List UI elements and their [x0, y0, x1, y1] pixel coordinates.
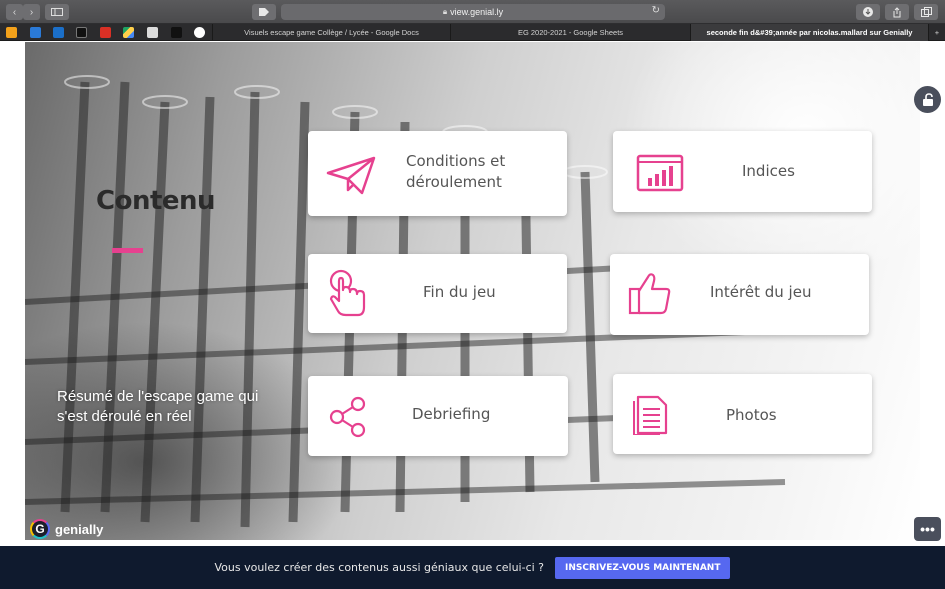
- reload-icon[interactable]: ↻: [652, 5, 660, 16]
- downloads-button[interactable]: [856, 4, 880, 20]
- thumbs-up-icon: [628, 270, 672, 316]
- card-label: Indices: [742, 162, 795, 180]
- card-label: Debriefing: [412, 405, 491, 423]
- browser-toolbar: ‹ › 🔒︎ view.genial.ly ↻: [0, 0, 945, 24]
- download-icon: [863, 7, 873, 17]
- new-tab-button[interactable]: +: [928, 24, 945, 41]
- genially-slide: Contenu Résumé de l'escape game qui s'es…: [25, 42, 920, 540]
- bookmark-8-icon[interactable]: [171, 27, 182, 38]
- paper-plane-icon: [325, 153, 377, 197]
- tap-hand-icon: [328, 269, 368, 317]
- sidebar-icon: [51, 8, 63, 16]
- unlock-icon: [922, 92, 933, 106]
- card-debriefing[interactable]: Debriefing: [308, 376, 568, 456]
- tabs-overview-button[interactable]: [914, 4, 938, 20]
- bookmark-4-icon[interactable]: [76, 27, 87, 38]
- more-options-button[interactable]: •••: [914, 517, 941, 541]
- title-accent-bar: [112, 248, 143, 253]
- tag-icon: [259, 8, 269, 16]
- share-box-icon: [893, 6, 901, 17]
- lock-icon: 🔒︎: [442, 7, 448, 16]
- bookmark-1-icon[interactable]: [6, 27, 17, 38]
- url-text: view.genial.ly: [450, 7, 504, 17]
- card-label: Fin du jeu: [423, 283, 496, 301]
- forward-button[interactable]: ›: [23, 4, 40, 20]
- bar-chart-board-icon: [635, 151, 685, 193]
- slide-summary: Résumé de l'escape game qui s'est déroul…: [57, 388, 259, 425]
- document-icon: [630, 394, 670, 436]
- card-label: Conditions et déroulement: [406, 152, 506, 191]
- page-content: Contenu Résumé de l'escape game qui s'es…: [0, 42, 945, 545]
- bookmark-outlook-icon[interactable]: [53, 27, 64, 38]
- signup-banner: Vous voulez créer des contenus aussi gén…: [0, 546, 945, 589]
- genially-brand[interactable]: G genially: [30, 518, 103, 540]
- google-icon[interactable]: [194, 27, 205, 38]
- genially-logo-icon: G: [30, 519, 50, 539]
- tab-google-docs[interactable]: Visuels escape game Collège / Lycée - Go…: [212, 24, 450, 41]
- signup-button[interactable]: INSCRIVEZ-VOUS MAINTENANT: [555, 556, 731, 579]
- bookmark-2-icon[interactable]: [30, 27, 41, 38]
- card-interet[interactable]: Intérêt du jeu: [610, 254, 869, 335]
- card-fin-du-jeu[interactable]: Fin du jeu: [308, 254, 567, 333]
- share-button[interactable]: [885, 4, 909, 20]
- card-label: Photos: [726, 406, 777, 424]
- card-label: Intérêt du jeu: [710, 283, 812, 301]
- tab-genially[interactable]: seconde fin d&#39;année par nicolas.mall…: [690, 24, 928, 41]
- card-indices[interactable]: Indices: [613, 131, 872, 212]
- tab-strip: Visuels escape game Collège / Lycée - Go…: [0, 24, 945, 41]
- tab-google-sheets[interactable]: EG 2020-2021 - Google Sheets: [450, 24, 690, 41]
- bookmark-7-icon[interactable]: [147, 27, 158, 38]
- address-bar[interactable]: 🔒︎ view.genial.ly ↻: [281, 4, 665, 20]
- google-drive-icon[interactable]: [123, 27, 134, 38]
- unlock-button[interactable]: [914, 86, 941, 113]
- tabs-icon: [920, 7, 932, 17]
- brand-name: genially: [55, 521, 104, 537]
- card-photos[interactable]: Photos: [613, 374, 872, 454]
- gmail-icon[interactable]: [100, 27, 111, 38]
- sidebar-toggle-button[interactable]: [45, 4, 69, 20]
- share-icon: [328, 395, 368, 439]
- slide-title: Contenu: [96, 186, 216, 216]
- banner-message: Vous voulez créer des contenus aussi gén…: [214, 561, 545, 574]
- tag-button[interactable]: [252, 4, 276, 20]
- card-conditions[interactable]: Conditions et déroulement: [308, 131, 567, 216]
- back-button[interactable]: ‹: [6, 4, 23, 20]
